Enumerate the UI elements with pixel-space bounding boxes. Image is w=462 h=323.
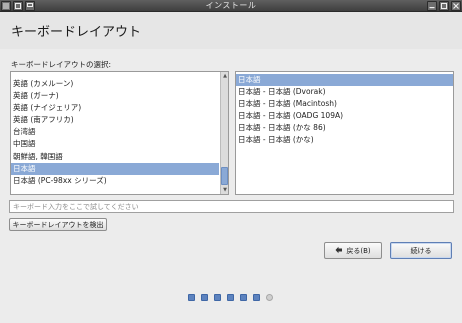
- variant-list[interactable]: 日本語 日本語 - 日本語 (Dvorak) 日本語 - 日本語 (Macintos…: [235, 71, 454, 195]
- scroll-up-icon[interactable]: ▲: [222, 73, 228, 79]
- maximize-icon[interactable]: [439, 1, 449, 11]
- progress-step-done: [253, 294, 260, 301]
- window-titlebar: インストール: [0, 0, 462, 12]
- detect-layout-button[interactable]: キーボードレイアウトを検出: [9, 218, 107, 231]
- progress-step-done: [188, 294, 195, 301]
- scroll-down-icon[interactable]: ▼: [222, 187, 228, 193]
- layout-list-item[interactable]: 朝鮮語, 韓国語: [11, 151, 219, 163]
- variant-list-item[interactable]: 日本語 - 日本語 (かな 86): [236, 122, 453, 134]
- layout-list-item[interactable]: 英語 (ガーナ): [11, 90, 219, 102]
- layout-list-item[interactable]: 台湾語: [11, 126, 219, 138]
- layout-list-item[interactable]: 英語 (南アフリカ): [11, 114, 219, 126]
- variant-list-item[interactable]: 日本語: [236, 74, 453, 87]
- layout-list-scrollbar[interactable]: ▲ ▼: [220, 72, 228, 194]
- continue-button[interactable]: 続ける: [390, 242, 452, 259]
- layout-list[interactable]: 英語 (カメルーン) 英語 (ガーナ) 英語 (ナイジェリア) 英語 (南アフリカ) 台…: [10, 71, 229, 195]
- layout-list-item[interactable]: 日本語 (PC-98xx シリーズ): [11, 175, 219, 187]
- layout-list-item[interactable]: 日本語: [11, 162, 219, 175]
- layout-list-item[interactable]: 英語 (ナイジェリア): [11, 102, 219, 114]
- progress-indicator: [188, 294, 273, 301]
- window-title: インストール: [205, 1, 257, 10]
- continue-label: 続ける: [410, 246, 432, 255]
- back-button[interactable]: 戻る(B): [324, 242, 382, 259]
- layout-list-item[interactable]: 中国語: [11, 138, 219, 150]
- variant-list-item[interactable]: 日本語 - 日本語 (かな): [236, 134, 453, 146]
- back-label: 戻る(B): [346, 246, 371, 255]
- keyboard-test-input[interactable]: [9, 200, 454, 213]
- close-icon[interactable]: [451, 1, 461, 11]
- page-title: キーボードレイアウト: [11, 25, 142, 40]
- variant-list-item[interactable]: 日本語 - 日本語 (Dvorak): [236, 86, 453, 98]
- layout-section-label: キーボードレイアウトの選択:: [11, 60, 112, 69]
- progress-step-done: [214, 294, 221, 301]
- progress-step-done: [240, 294, 247, 301]
- variant-list-item[interactable]: 日本語 - 日本語 (Macintosh): [236, 98, 453, 110]
- detect-layout-label: キーボードレイアウトを検出: [12, 220, 104, 229]
- minimize-icon[interactable]: [427, 1, 437, 11]
- progress-step-current: [266, 294, 273, 301]
- layout-list-item[interactable]: 英語 (カメルーン): [11, 78, 219, 90]
- layout-list-scroll-thumb[interactable]: [221, 167, 228, 185]
- progress-step-done: [227, 294, 234, 301]
- variant-list-item[interactable]: 日本語 - 日本語 (OADG 109A): [236, 110, 453, 122]
- progress-step-done: [201, 294, 208, 301]
- back-arrow-icon: [335, 246, 343, 256]
